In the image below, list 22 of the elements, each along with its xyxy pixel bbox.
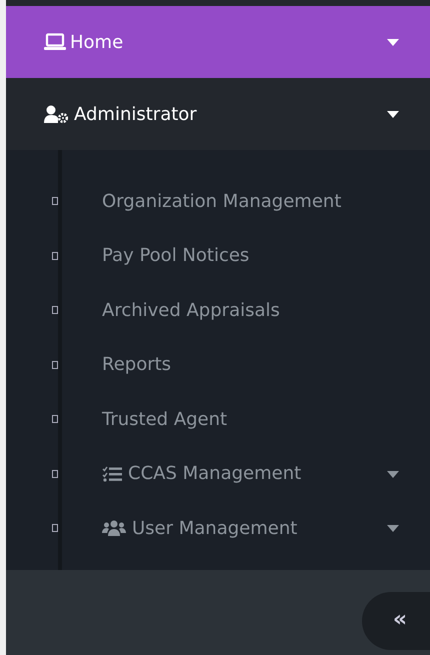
user-gear-icon <box>44 105 70 123</box>
collapse-button[interactable]: « <box>362 592 430 650</box>
caret-icon[interactable] <box>386 109 400 119</box>
submenu-link[interactable]: CCAS Management <box>102 460 302 488</box>
menu-item[interactable]: Home <box>6 6 430 78</box>
checklist-icon <box>102 466 122 482</box>
bullet-icon <box>52 470 58 478</box>
bullet-icon <box>52 360 58 369</box>
bullet-icon <box>52 524 58 532</box>
laptop-icon <box>44 33 66 51</box>
submenu-link[interactable]: Organization Management <box>102 188 342 215</box>
bullet-icon <box>52 306 58 314</box>
users-icon <box>102 520 126 536</box>
submenu-link[interactable]: Trusted Agent <box>102 406 228 433</box>
submenu-link[interactable]: Archived Appraisals <box>102 296 280 324</box>
submenu-link[interactable]: Pay Pool Notices <box>102 242 250 270</box>
bullet-icon <box>52 415 58 424</box>
submenu-link[interactable]: User Management <box>102 514 298 542</box>
bullet-icon <box>52 252 58 260</box>
menu-item[interactable]: Administrator <box>6 78 430 150</box>
bullet-icon <box>52 197 58 206</box>
submenu-link[interactable]: Reports <box>102 351 172 378</box>
